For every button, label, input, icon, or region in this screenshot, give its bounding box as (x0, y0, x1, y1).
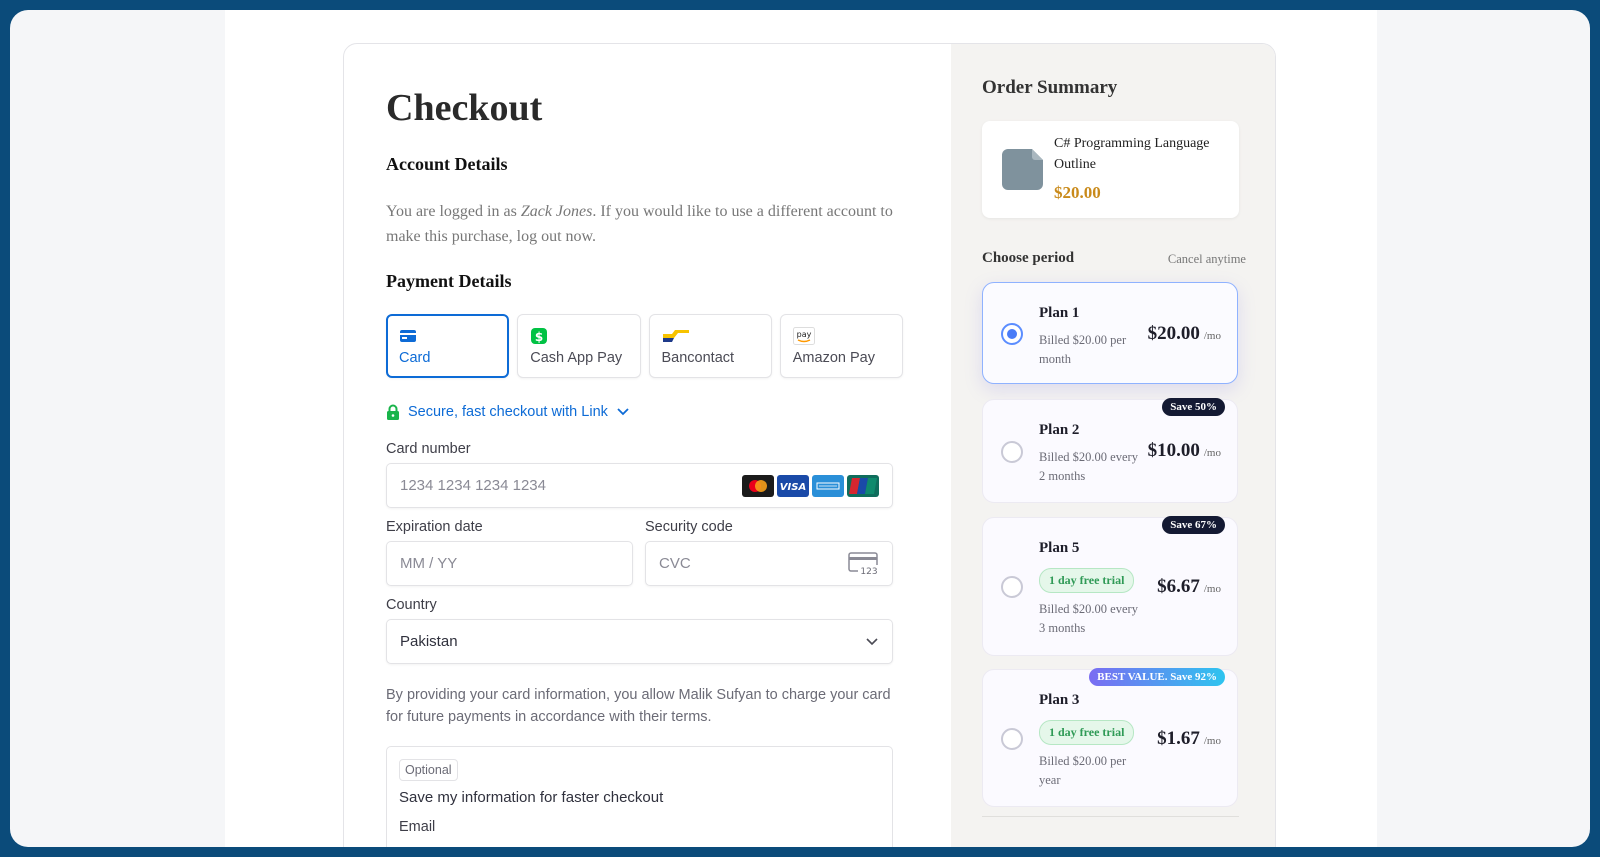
save-badge: Save 50% (1162, 398, 1225, 416)
cash-app-icon: $ (531, 328, 548, 344)
free-trial-badge: 1 day free trial (1039, 720, 1135, 745)
plan-price: $10.00 /mo (1148, 440, 1221, 462)
free-trial-badge: 1 day free trial (1039, 568, 1135, 593)
optional-tag: Optional (399, 759, 458, 781)
app-frame: Checkout Account Details You are logged … (10, 10, 1590, 847)
plan-radio[interactable] (1001, 576, 1023, 598)
choose-period-label: Choose period (982, 250, 1075, 266)
card-brands: VISA (742, 475, 879, 497)
security-code-input[interactable]: CVC 123 (645, 541, 893, 586)
bancontact-icon (662, 330, 689, 342)
country-label: Country (386, 597, 437, 613)
page-title: Checkout (386, 87, 543, 129)
plan-name: Plan 1 (1039, 305, 1080, 321)
plan-radio[interactable] (1001, 323, 1023, 345)
cancel-anytime-label: Cancel anytime (1167, 252, 1246, 266)
plan-option-1[interactable]: Plan 1 Billed $20.00 per month $20.00 /m… (982, 282, 1238, 384)
plan-price-amount: $10.00 (1147, 440, 1200, 461)
security-code-placeholder: CVC (659, 555, 691, 572)
mastercard-icon (742, 475, 774, 497)
plan-billed: Billed $20.00 per month (1039, 333, 1127, 366)
plan-price-period: /mo (1203, 330, 1221, 342)
save-badge: Save 67% (1162, 516, 1225, 534)
card-number-input[interactable]: 1234 1234 1234 1234 VISA (386, 463, 893, 508)
plan-price: $20.00 /mo (1148, 323, 1221, 345)
tab-amazon-pay-label: Amazon Pay (792, 350, 875, 366)
tab-bancontact[interactable]: Bancontact (648, 314, 772, 378)
plan-price-amount: $6.67 (1157, 576, 1200, 597)
chevron-down-icon (617, 408, 629, 416)
payment-heading: Payment Details (386, 271, 512, 291)
document-icon (1002, 149, 1043, 190)
amazon-pay-icon: pay (792, 327, 815, 345)
expiration-input[interactable]: MM / YY (386, 541, 633, 586)
country-value: Pakistan (400, 633, 458, 650)
unionpay-icon (847, 475, 879, 497)
account-text: You are logged in as Zack Jones. If you … (386, 199, 916, 249)
link-checkout-text: Secure, fast checkout with Link (408, 404, 608, 420)
total-divider (982, 816, 1239, 817)
plan-price-period: /mo (1203, 735, 1221, 747)
country-select[interactable]: Pakistan (386, 619, 893, 664)
plan-name: Plan 5 (1039, 540, 1080, 556)
product-name: C# Programming Language Outline (1054, 136, 1210, 172)
plan-option-3[interactable]: BEST VALUE. Save 92% Plan 3 1 day free t… (982, 668, 1238, 807)
product-card: C# Programming Language Outline $20.00 (982, 121, 1239, 218)
plan-billed: Billed $20.00 per year (1039, 754, 1127, 787)
lock-icon (387, 404, 399, 420)
order-summary: Order Summary C# Programming Language Ou… (951, 44, 1275, 847)
plan-billed: Billed $20.00 every 3 months (1039, 602, 1138, 635)
plan-price-period: /mo (1203, 583, 1221, 595)
account-text-pre: You are logged in as (386, 203, 521, 220)
tab-card-label: Card (399, 350, 431, 366)
svg-text:VISA: VISA (780, 482, 806, 492)
tab-cash-app-pay[interactable]: $ Cash App Pay (517, 314, 641, 378)
save-info-box[interactable]: Optional Save my information for faster … (386, 746, 893, 847)
expiration-label: Expiration date (386, 519, 483, 535)
plan-radio[interactable] (1001, 728, 1023, 750)
account-user-name: Zack Jones (520, 203, 593, 220)
payment-method-tabs: Card $ Cash App Pay Bancontact pay Amazo… (386, 314, 903, 378)
svg-text:pay: pay (796, 330, 811, 339)
email-label: Email (399, 819, 436, 835)
plan-radio[interactable] (1001, 441, 1023, 463)
order-summary-title: Order Summary (982, 77, 1118, 98)
cvc-card-icon: 123 (848, 552, 880, 576)
consent-text: By providing your card information, you … (386, 687, 891, 725)
plan-price-amount: $1.67 (1157, 728, 1200, 749)
tab-amazon-pay[interactable]: pay Amazon Pay (779, 314, 903, 378)
link-checkout-toggle[interactable]: Secure, fast checkout with Link (386, 404, 630, 420)
visa-icon: VISA (777, 475, 809, 497)
account-heading: Account Details (386, 154, 508, 174)
checkout-form: Checkout Account Details You are logged … (344, 44, 951, 847)
tab-bancontact-label: Bancontact (661, 350, 735, 366)
security-code-label: Security code (645, 519, 733, 535)
checkout-card: Checkout Account Details You are logged … (343, 43, 1276, 847)
expiration-placeholder: MM / YY (400, 555, 458, 572)
card-icon (400, 330, 416, 342)
product-price: $20.00 (1054, 183, 1101, 202)
plan-price-period: /mo (1203, 447, 1221, 459)
card-number-label: Card number (386, 441, 471, 457)
cvc-icon-text: 123 (860, 567, 877, 576)
plan-option-2[interactable]: Save 50% Plan 2 Billed $20.00 every 2 mo… (982, 398, 1238, 503)
plan-name: Plan 2 (1039, 422, 1080, 438)
card-number-placeholder: 1234 1234 1234 1234 (400, 477, 546, 494)
best-value-badge: BEST VALUE. Save 92% (1089, 668, 1225, 686)
chevron-down-icon (866, 638, 878, 646)
plan-price: $1.67 /mo (1157, 728, 1221, 750)
plan-name: Plan 3 (1039, 692, 1080, 708)
tab-cash-app-label: Cash App Pay (530, 350, 623, 366)
save-info-text: Save my information for faster checkout (399, 789, 664, 806)
plan-price-amount: $20.00 (1147, 323, 1200, 344)
plan-billed: Billed $20.00 every 2 months (1039, 450, 1138, 483)
plan-price: $6.67 /mo (1157, 576, 1221, 598)
svg-text:$: $ (535, 330, 543, 344)
tab-card[interactable]: Card (386, 314, 510, 378)
plan-option-5[interactable]: Save 67% Plan 5 1 day free trial Billed … (982, 516, 1238, 656)
amex-icon (812, 475, 844, 497)
